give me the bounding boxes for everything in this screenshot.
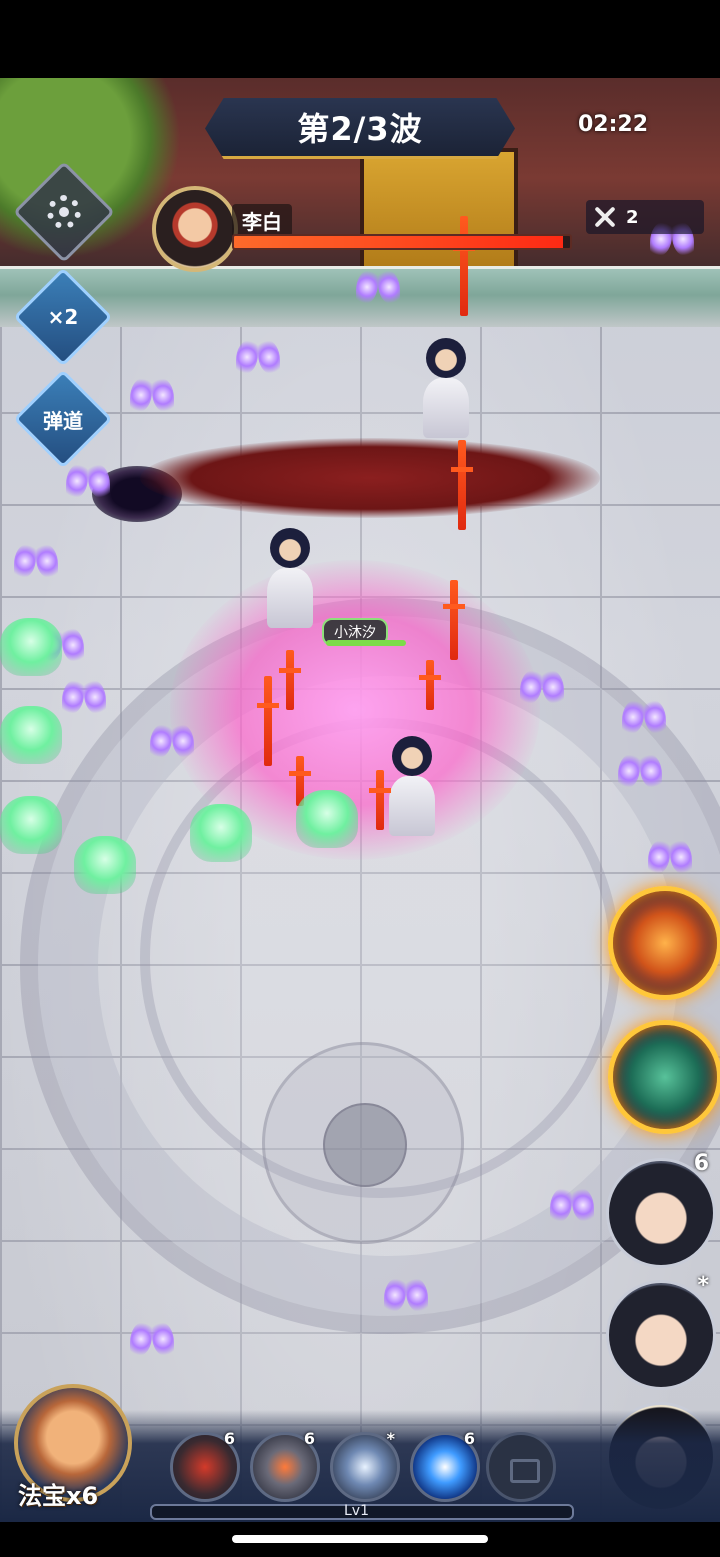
green-spirit-enemy — [0, 706, 62, 764]
flying-sword — [419, 660, 441, 710]
virtual-joystick[interactable] — [262, 1042, 464, 1244]
green-spirit-enemy — [296, 790, 358, 848]
boss-hp-fill — [234, 236, 564, 248]
skill-slot-locked — [486, 1432, 556, 1502]
blood-slash-effect — [140, 438, 600, 518]
flying-sword — [369, 770, 391, 830]
butterfly-effect — [130, 1322, 174, 1356]
battle-timer: 02:22 — [578, 112, 649, 137]
boss-character — [423, 338, 469, 438]
portrait-badge: 6 — [693, 1151, 709, 1176]
butterfly-effect — [384, 1278, 428, 1312]
skill-count: 6 — [463, 1429, 475, 1448]
phoenix-skill-button[interactable] — [608, 886, 720, 1000]
wave-banner: 第2/3波 — [205, 98, 515, 159]
skill-slot-4[interactable]: 6 — [410, 1429, 480, 1502]
butterfly-effect — [66, 464, 110, 498]
hero-portrait-1[interactable]: 6 — [606, 1151, 716, 1268]
green-spirit-enemy — [0, 618, 62, 676]
butterfly-effect — [62, 680, 106, 714]
home-indicator[interactable] — [232, 1535, 488, 1543]
boss-name: 李白 — [232, 204, 292, 237]
butterfly-effect — [550, 1188, 594, 1222]
ally-character — [267, 528, 313, 628]
skill-slot-3[interactable]: * — [330, 1429, 400, 1502]
green-spirit-enemy — [190, 804, 252, 862]
ally-hp-bar — [326, 640, 406, 646]
skill-count: * — [386, 1429, 395, 1448]
green-spirit-enemy — [74, 836, 136, 894]
butterfly-effect — [520, 670, 564, 704]
flying-sword — [443, 580, 465, 660]
skill-count: 6 — [303, 1429, 315, 1448]
skill-slot-2[interactable]: 6 — [250, 1429, 320, 1502]
flying-sword — [451, 440, 473, 530]
flying-sword — [279, 650, 301, 710]
kill-counter: 2 — [586, 200, 704, 234]
lock-icon — [510, 1459, 540, 1483]
butterfly-effect — [14, 544, 58, 578]
level-label: Lv1 — [344, 1503, 369, 1519]
wave-indicator: 第2/3波 — [297, 110, 423, 148]
butterfly-effect — [236, 340, 280, 374]
boss-avatar — [152, 186, 238, 272]
skill-slot-1[interactable]: 6 — [170, 1429, 240, 1502]
butterfly-effect — [618, 754, 662, 788]
butterfly-effect — [130, 378, 174, 412]
butterfly-effect — [648, 840, 692, 874]
trajectory-label: 弹道 — [43, 408, 83, 433]
jade-bow-skill-button[interactable] — [608, 1020, 720, 1134]
skill-count: 6 — [223, 1429, 235, 1448]
gear-icon — [47, 195, 81, 229]
crossed-swords-icon — [592, 204, 618, 230]
butterfly-effect — [622, 700, 666, 734]
joystick-knob[interactable] — [323, 1103, 407, 1187]
butterfly-effect — [150, 724, 194, 758]
speed-label: ×2 — [47, 305, 79, 329]
flying-sword — [453, 216, 475, 316]
boss-hp-bar — [232, 234, 572, 250]
butterfly-effect — [356, 270, 400, 304]
temple-gate — [360, 148, 518, 276]
portrait-badge: * — [697, 1273, 709, 1298]
kill-count-value: 2 — [626, 206, 639, 228]
player-character — [389, 736, 435, 836]
green-spirit-enemy — [0, 796, 62, 854]
flying-sword — [257, 676, 279, 766]
hero-portrait-2[interactable]: * — [606, 1273, 716, 1390]
treasure-label: 法宝x6 — [18, 1482, 99, 1510]
